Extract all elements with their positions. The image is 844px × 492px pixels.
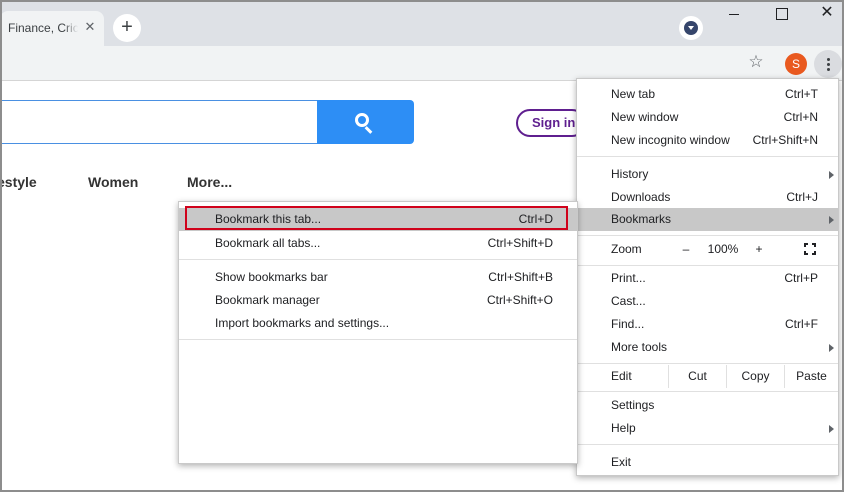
menu-item-new-incognito-window[interactable]: New incognito window Ctrl+Shift+N xyxy=(577,129,838,152)
menu-item-shortcut: Ctrl+Shift+N xyxy=(752,133,818,147)
nav-link-lifestyle[interactable]: estyle xyxy=(0,174,37,190)
submenu-item-import-bookmarks[interactable]: Import bookmarks and settings... xyxy=(179,312,577,335)
zoom-out-button[interactable]: – xyxy=(672,238,700,261)
site-search-input[interactable] xyxy=(0,100,318,144)
submenu-separator xyxy=(179,259,577,260)
menu-separator xyxy=(577,444,838,445)
menu-item-zoom: Zoom – 100% + xyxy=(577,238,838,261)
menu-item-label: Edit xyxy=(611,369,632,383)
kebab-dot-icon xyxy=(826,58,830,61)
kebab-dot-icon xyxy=(826,63,830,66)
menu-item-cast[interactable]: Cast... xyxy=(577,290,838,313)
submenu-item-show-bookmarks-bar[interactable]: Show bookmarks bar Ctrl+Shift+B xyxy=(179,266,577,289)
tab-title: Finance, Cricket xyxy=(8,21,78,35)
menu-item-label: History xyxy=(611,167,649,181)
menu-item-label: Bookmarks xyxy=(611,212,672,226)
submenu-arrow-icon xyxy=(829,344,834,352)
fullscreen-icon[interactable] xyxy=(804,243,816,255)
tab-search-icon[interactable] xyxy=(679,16,703,40)
submenu-item-bookmark-manager[interactable]: Bookmark manager Ctrl+Shift+O xyxy=(179,289,577,312)
submenu-arrow-icon xyxy=(829,425,834,433)
menu-item-bookmarks[interactable]: Bookmarks xyxy=(577,208,838,231)
menu-item-new-window[interactable]: New window Ctrl+N xyxy=(577,106,838,129)
menu-separator xyxy=(577,391,838,392)
menu-item-label: Find... xyxy=(611,317,645,331)
menu-item-shortcut: Ctrl+F xyxy=(785,317,818,331)
menu-item-label: New window xyxy=(611,110,679,124)
new-tab-button[interactable]: + xyxy=(113,14,141,42)
copy-button[interactable]: Copy xyxy=(726,365,784,388)
submenu-arrow-icon xyxy=(829,171,834,179)
chrome-main-menu: New tab Ctrl+T New window Ctrl+N New inc… xyxy=(576,78,839,476)
tab-strip: Finance, Cricket ✕ + ✕ xyxy=(0,0,844,46)
kebab-dot-icon xyxy=(826,68,830,71)
cut-button[interactable]: Cut xyxy=(668,365,726,388)
submenu-item-label: Import bookmarks and settings... xyxy=(215,316,390,330)
zoom-in-button[interactable]: + xyxy=(745,238,773,261)
submenu-arrow-icon xyxy=(829,216,834,224)
bookmark-star-icon[interactable]: ☆ xyxy=(746,52,766,72)
menu-item-shortcut: Ctrl+T xyxy=(785,87,818,101)
maximize-button[interactable] xyxy=(769,3,793,23)
submenu-item-label: Bookmark manager xyxy=(215,293,320,307)
nav-link-more[interactable]: More... xyxy=(187,174,232,190)
menu-item-shortcut: Ctrl+P xyxy=(784,271,818,285)
menu-separator xyxy=(577,235,838,236)
close-window-button[interactable]: ✕ xyxy=(815,3,839,23)
tab-close-icon[interactable]: ✕ xyxy=(82,19,98,35)
menu-item-new-tab[interactable]: New tab Ctrl+T xyxy=(577,83,838,106)
menu-item-label: Settings xyxy=(611,398,655,412)
submenu-item-bookmark-all-tabs[interactable]: Bookmark all tabs... Ctrl+Shift+D xyxy=(179,232,577,255)
paste-button[interactable]: Paste xyxy=(784,365,838,388)
minimize-button[interactable] xyxy=(722,3,746,23)
profile-avatar[interactable]: S xyxy=(785,53,807,75)
browser-tab[interactable]: Finance, Cricket ✕ xyxy=(0,11,104,46)
nav-link-women[interactable]: Women xyxy=(88,174,138,190)
menu-item-help[interactable]: Help xyxy=(577,417,838,440)
submenu-item-shortcut: Ctrl+Shift+D xyxy=(487,236,553,250)
menu-item-label: Downloads xyxy=(611,190,671,204)
menu-item-label: New incognito window xyxy=(611,133,730,147)
submenu-item-shortcut: Ctrl+Shift+O xyxy=(486,293,553,307)
menu-item-settings[interactable]: Settings xyxy=(577,394,838,417)
site-search-button[interactable] xyxy=(317,100,414,144)
bookmarks-submenu: Bookmark this tab... Ctrl+D Bookmark all… xyxy=(178,201,578,464)
submenu-item-shortcut: Ctrl+Shift+B xyxy=(488,270,553,284)
search-icon-handle xyxy=(364,126,373,134)
address-bar[interactable] xyxy=(0,50,778,78)
menu-item-label: Zoom xyxy=(611,242,642,256)
menu-separator xyxy=(577,265,838,266)
chrome-menu-button[interactable] xyxy=(814,50,842,78)
menu-item-shortcut: Ctrl+N xyxy=(783,110,818,124)
menu-item-label: Print... xyxy=(611,271,646,285)
menu-item-label: Cast... xyxy=(611,294,646,308)
menu-item-downloads[interactable]: Downloads Ctrl+J xyxy=(577,186,838,209)
menu-item-label: More tools xyxy=(611,340,668,354)
menu-item-label: Help xyxy=(611,421,636,435)
menu-item-label: Exit xyxy=(611,455,632,469)
menu-item-history[interactable]: History xyxy=(577,163,838,186)
menu-item-more-tools[interactable]: More tools xyxy=(577,336,838,359)
submenu-item-label: Show bookmarks bar xyxy=(215,270,328,284)
menu-separator xyxy=(577,363,838,364)
zoom-level: 100% xyxy=(707,242,739,256)
submenu-item-label: Bookmark all tabs... xyxy=(215,236,321,250)
search-icon xyxy=(355,113,369,127)
menu-item-find[interactable]: Find... Ctrl+F xyxy=(577,313,838,336)
browser-toolbar: ☆ S xyxy=(0,46,844,81)
annotation-highlight-box xyxy=(185,206,568,230)
menu-item-print[interactable]: Print... Ctrl+P xyxy=(577,267,838,290)
menu-item-label: New tab xyxy=(611,87,656,101)
menu-item-edit: Edit Cut Copy Paste xyxy=(577,365,838,388)
submenu-separator xyxy=(179,339,577,340)
menu-item-exit[interactable]: Exit xyxy=(577,451,838,474)
menu-separator xyxy=(577,156,838,157)
menu-item-shortcut: Ctrl+J xyxy=(786,190,818,204)
